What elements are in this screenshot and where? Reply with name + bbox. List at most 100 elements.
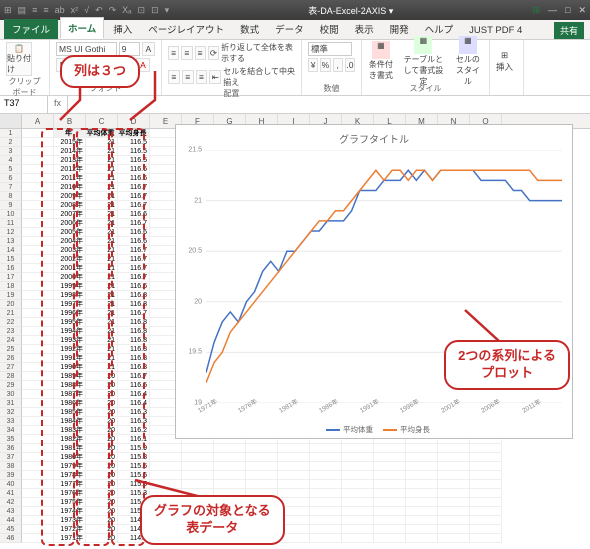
cell[interactable]: 116.6 — [118, 282, 150, 291]
row-header[interactable]: 40 — [0, 480, 22, 489]
cell[interactable]: 20 — [86, 372, 118, 381]
cell[interactable]: 20 — [86, 417, 118, 426]
row-header[interactable]: 4 — [0, 156, 22, 165]
cell[interactable]: 2000年 — [54, 273, 86, 282]
cell[interactable]: 116.8 — [118, 327, 150, 336]
cell[interactable]: 21 — [86, 246, 118, 255]
currency-icon[interactable]: ¥ — [308, 58, 318, 72]
cell[interactable]: 20 — [86, 489, 118, 498]
cell[interactable]: 1976年 — [54, 489, 86, 498]
row-header[interactable]: 45 — [0, 525, 22, 534]
cell[interactable]: 2010年 — [54, 183, 86, 192]
merge-center[interactable]: セルを結合して中央揃え — [223, 66, 295, 88]
cell[interactable]: 1992年 — [54, 345, 86, 354]
tbl-fmt[interactable]: ▦テーブルとして書式設定 — [400, 36, 447, 87]
worksheet-grid[interactable]: ABCDEFGHIJKLMNO 1年平均体重平均身長22015年21116.53… — [0, 114, 590, 549]
max-icon[interactable]: □ — [565, 5, 570, 16]
cell[interactable]: 1971年 — [54, 534, 86, 543]
cell[interactable]: 116.6 — [118, 237, 150, 246]
row-header[interactable]: 33 — [0, 417, 22, 426]
cell[interactable]: 20 — [86, 462, 118, 471]
cell[interactable]: 116.1 — [118, 435, 150, 444]
cell[interactable]: 116.3 — [118, 417, 150, 426]
col-header[interactable]: A — [22, 114, 54, 128]
row-header[interactable]: 36 — [0, 444, 22, 453]
tab-file[interactable]: ファイル — [4, 19, 58, 39]
cell[interactable]: 2002年 — [54, 255, 86, 264]
qat-icon[interactable]: x² — [71, 5, 79, 16]
comma-icon[interactable]: , — [333, 58, 343, 72]
cell[interactable]: 21 — [86, 147, 118, 156]
qat-icon[interactable]: ▾ — [165, 5, 170, 16]
align-center-icon[interactable]: ≡ — [182, 70, 194, 84]
row-header[interactable]: 35 — [0, 435, 22, 444]
cell[interactable]: 116.7 — [118, 201, 150, 210]
cell[interactable]: 1977年 — [54, 480, 86, 489]
cell[interactable]: 1979年 — [54, 462, 86, 471]
cell[interactable]: 1997年 — [54, 300, 86, 309]
cell[interactable]: 1974年 — [54, 507, 86, 516]
wrap-text[interactable]: 折り返して全体を表示する — [221, 42, 295, 64]
row-header[interactable]: 18 — [0, 282, 22, 291]
tab-data[interactable]: データ — [268, 19, 311, 39]
cell[interactable]: 115.5 — [118, 462, 150, 471]
cond-fmt[interactable]: ▦条件付き書式 — [368, 41, 394, 81]
cell[interactable]: 115.8 — [118, 453, 150, 462]
cell[interactable]: 1989年 — [54, 372, 86, 381]
cell[interactable]: 116.5 — [118, 147, 150, 156]
cell[interactable]: 1973年 — [54, 516, 86, 525]
row-header[interactable]: 2 — [0, 138, 22, 147]
qat-icon[interactable]: ⊡ — [151, 5, 159, 16]
cell[interactable]: 20 — [86, 516, 118, 525]
row-header[interactable]: 11 — [0, 219, 22, 228]
cell[interactable]: 116.7 — [118, 264, 150, 273]
qat-icon[interactable]: ▤ — [18, 5, 27, 16]
tab-pagelayout[interactable]: ページレイアウト — [141, 19, 231, 39]
row-header[interactable]: 23 — [0, 327, 22, 336]
cell[interactable]: 2005年 — [54, 228, 86, 237]
tab-home[interactable]: ホーム — [60, 17, 104, 39]
cell[interactable]: 20 — [86, 390, 118, 399]
numfmt[interactable]: 標準 — [308, 42, 352, 56]
row-header[interactable]: 39 — [0, 471, 22, 480]
col-header[interactable]: D — [118, 114, 150, 128]
cell[interactable]: 21 — [86, 183, 118, 192]
row-header[interactable]: 37 — [0, 453, 22, 462]
cell[interactable]: 116.6 — [118, 210, 150, 219]
share-button[interactable]: 共有 — [554, 22, 584, 39]
cell[interactable]: 21 — [86, 300, 118, 309]
fx-icon[interactable]: fx — [48, 96, 68, 113]
undo-icon[interactable]: ↶ — [95, 5, 103, 16]
cell[interactable]: 20 — [86, 525, 118, 534]
cell[interactable]: 1998年 — [54, 291, 86, 300]
cell[interactable]: 116.6 — [118, 174, 150, 183]
cell[interactable]: 20 — [86, 471, 118, 480]
cell[interactable]: 2008年 — [54, 201, 86, 210]
cell[interactable]: 1999年 — [54, 282, 86, 291]
cell[interactable]: 2007年 — [54, 210, 86, 219]
cell[interactable]: 1978年 — [54, 471, 86, 480]
cell[interactable]: 20 — [86, 381, 118, 390]
cell[interactable]: 20 — [86, 444, 118, 453]
align-top-icon[interactable]: ≡ — [168, 46, 179, 60]
cell[interactable]: 1995年 — [54, 318, 86, 327]
row-header[interactable]: 19 — [0, 291, 22, 300]
row-header[interactable]: 28 — [0, 372, 22, 381]
cell[interactable]: 20 — [86, 426, 118, 435]
row-header[interactable]: 6 — [0, 174, 22, 183]
redo-icon[interactable]: ↷ — [109, 5, 117, 16]
row-header[interactable]: 13 — [0, 237, 22, 246]
cell[interactable]: 116.7 — [118, 273, 150, 282]
cell[interactable]: 116.4 — [118, 399, 150, 408]
tab-formulas[interactable]: 数式 — [233, 19, 266, 39]
align-right-icon[interactable]: ≡ — [196, 70, 208, 84]
row-header[interactable]: 31 — [0, 399, 22, 408]
cell[interactable]: 21 — [86, 210, 118, 219]
cell[interactable]: 116.7 — [118, 219, 150, 228]
align-bot-icon[interactable]: ≡ — [195, 46, 206, 60]
cell[interactable]: 1994年 — [54, 327, 86, 336]
tab-insert[interactable]: 挿入 — [106, 19, 139, 39]
row-header[interactable]: 8 — [0, 192, 22, 201]
percent-icon[interactable]: % — [320, 58, 330, 72]
row-header[interactable]: 17 — [0, 273, 22, 282]
